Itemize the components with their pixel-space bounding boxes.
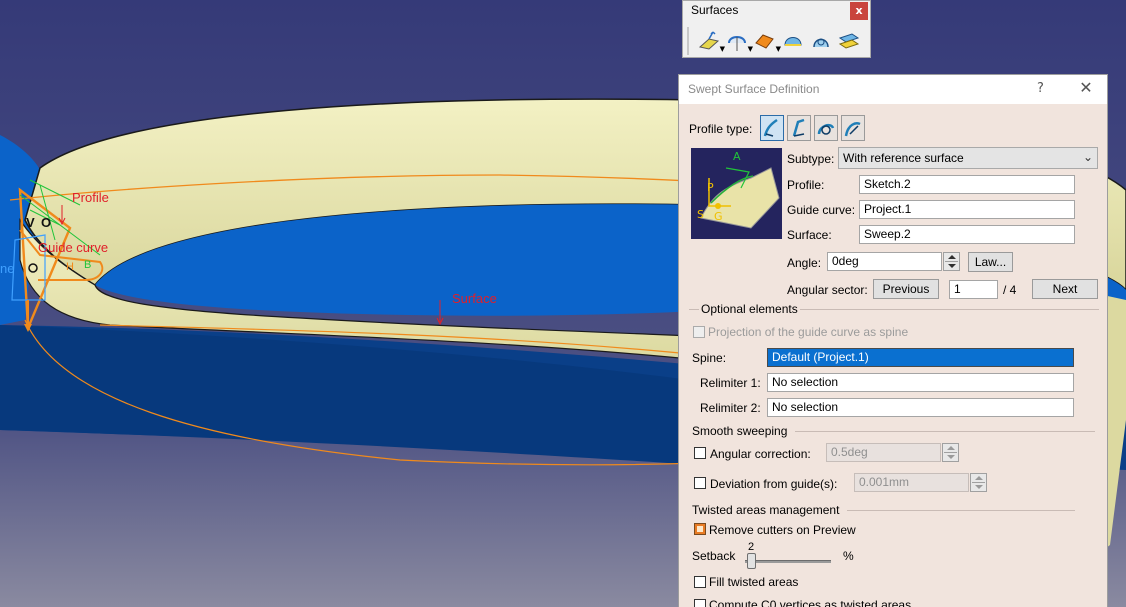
remove-cutters-label: Remove cutters on Preview [709, 523, 856, 537]
profile-type-conic-button[interactable] [841, 115, 865, 141]
projection-label: Projection of the guide curve as spine [708, 325, 909, 339]
angle-spinner[interactable] [943, 252, 960, 271]
angular-correction-spinner[interactable] [942, 443, 959, 462]
surfaces-toolbar[interactable]: Surfaces x ▼ ▼ ▼ [682, 0, 871, 58]
smooth-sweeping-header: Smooth sweeping [692, 424, 788, 438]
setback-value: 2 [748, 541, 755, 553]
dialog-title-bar[interactable]: Swept Surface Definition ? ✕ [679, 75, 1107, 104]
chevron-down-icon: ⌄ [1082, 150, 1093, 164]
swept-surface-dialog[interactable]: Swept Surface Definition ? ✕ Profile typ… [678, 74, 1108, 607]
smooth-divider [795, 431, 1095, 432]
guide-curve-field-label: Guide curve: [787, 203, 856, 217]
fill-twisted-label: Fill twisted areas [709, 575, 799, 589]
setback-unit: % [843, 549, 854, 563]
surface-field[interactable]: Sweep.2 [859, 225, 1075, 244]
optional-elements-header: Optional elements [699, 302, 800, 316]
angle-label: Angle: [787, 256, 822, 270]
angular-correction-label: Angular correction: [710, 447, 811, 461]
spine-field[interactable]: Default (Project.1) [767, 348, 1074, 367]
b-label: B [84, 259, 92, 271]
preview-surface-shape [700, 167, 780, 229]
multi-section-icon[interactable] [809, 29, 833, 53]
revolve-icon[interactable]: ▼ [725, 29, 753, 53]
compute-c0-checkbox[interactable] [694, 599, 706, 607]
preview-point [715, 203, 721, 209]
deviation-field[interactable]: 0.001mm [854, 473, 969, 492]
h-label: H [66, 261, 74, 273]
subtype-value: With reference surface [843, 151, 964, 165]
surface-field-label: Surface: [787, 228, 832, 242]
angle-field[interactable]: 0deg [827, 252, 942, 271]
profile-field[interactable]: Sketch.2 [859, 175, 1075, 194]
profile-type-line-button[interactable] [787, 115, 811, 141]
relimiter1-field[interactable]: No selection [767, 373, 1074, 392]
relimiter2-field[interactable]: No selection [767, 398, 1074, 417]
profile-label: Profile: [787, 178, 825, 192]
angular-correction-checkbox[interactable] [694, 447, 706, 459]
relimiter1-label: Relimiter 1: [700, 376, 761, 390]
sweep-preview-image: A P S G [691, 148, 782, 239]
twisted-divider [847, 510, 1075, 511]
fill-twisted-checkbox[interactable] [694, 576, 706, 588]
spine-label: Spine: [692, 351, 727, 365]
ne-label: ne [0, 261, 15, 276]
profile-type-label: Profile type: [689, 122, 753, 136]
preview-label-g: G [714, 210, 723, 223]
setback-slider-track[interactable] [745, 560, 831, 563]
fill-icon[interactable] [781, 29, 805, 53]
dialog-title: Swept Surface Definition [688, 82, 820, 96]
extrude-icon[interactable]: ▼ [697, 29, 725, 53]
deviation-spinner[interactable] [970, 473, 987, 492]
setback-label: Setback [692, 549, 736, 563]
blend-icon[interactable] [837, 29, 861, 53]
preview-label-p: P [707, 181, 714, 194]
projection-checkbox[interactable] [693, 326, 705, 338]
next-button[interactable]: Next [1032, 279, 1098, 299]
guide-curve-field[interactable]: Project.1 [859, 200, 1075, 219]
profile-label[interactable]: Profile [72, 190, 109, 205]
preview-label-a: A [733, 150, 741, 163]
o-label: O [41, 215, 52, 230]
sweep-icon[interactable]: ▼ [753, 29, 781, 53]
toolbar-title: Surfaces [691, 3, 739, 17]
deviation-label: Deviation from guide(s): [710, 477, 838, 491]
law-button[interactable]: Law... [968, 252, 1013, 272]
compute-c0-label: Compute C0 vertices as twisted areas [709, 598, 912, 607]
deviation-checkbox[interactable] [694, 477, 706, 489]
sector-total: / 4 [1003, 283, 1017, 297]
surface-label[interactable]: Surface [452, 291, 497, 306]
toolbar-close-button[interactable]: x [850, 2, 868, 20]
setback-slider-thumb[interactable] [746, 553, 756, 569]
remove-cutters-checkbox[interactable] [694, 523, 706, 535]
profile-type-explicit-button[interactable] [760, 115, 784, 141]
close-icon[interactable]: ✕ [1077, 79, 1095, 97]
relimiter2-label: Relimiter 2: [700, 401, 761, 415]
profile-type-circle-button[interactable] [814, 115, 838, 141]
guide-curve-label[interactable]: Guide curve [38, 240, 108, 255]
sector-field[interactable]: 1 [949, 280, 998, 299]
v-label: V [26, 215, 35, 230]
preview-label-s: S [697, 208, 704, 221]
subtype-dropdown[interactable]: With reference surface ⌄ [838, 147, 1098, 169]
twisted-areas-header: Twisted areas management [692, 503, 840, 517]
help-button[interactable]: ? [1037, 81, 1051, 97]
angular-correction-field[interactable]: 0.5deg [826, 443, 941, 462]
toolbar-buttons: ▼ ▼ ▼ [687, 27, 867, 55]
previous-button[interactable]: Previous [873, 279, 939, 299]
angular-sector-label: Angular sector: [787, 283, 868, 297]
subtype-label: Subtype: [787, 152, 835, 166]
